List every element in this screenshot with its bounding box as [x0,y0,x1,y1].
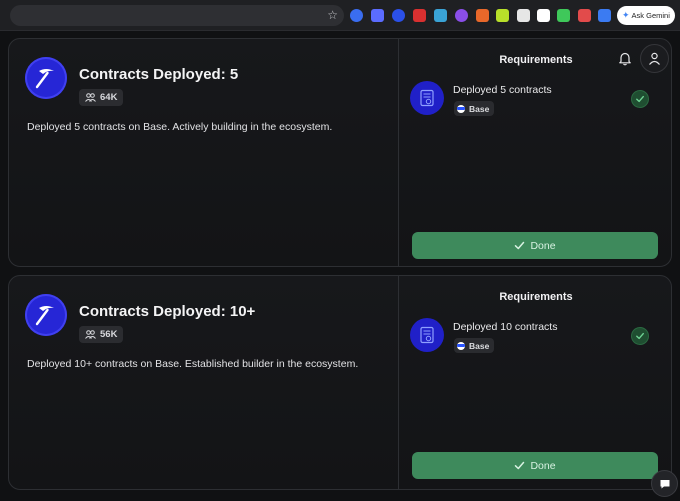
holders-count: 64K [100,92,118,103]
card-divider [398,276,399,489]
bookmark-star-icon[interactable]: ☆ [327,7,338,24]
requirements-heading: Requirements [499,291,573,303]
card-divider [398,39,399,266]
chain-tag: Base [454,338,495,353]
done-button[interactable]: Done [412,452,658,479]
badge-description: Deployed 5 contracts on Base. Actively b… [27,121,333,133]
requirement-label: Deployed 5 contracts [453,84,552,96]
check-icon [631,327,649,345]
holders-count-badge: 56K [79,326,124,343]
ask-gemini-label: Ask Gemini [631,11,670,20]
done-label: Done [530,239,556,252]
holders-count: 56K [100,329,118,340]
extension-lime-icon[interactable] [496,9,509,22]
extension-lock-icon[interactable] [413,9,426,22]
extension-cloud-icon[interactable] [371,9,384,22]
badge-title: Contracts Deployed: 10+ [79,303,256,320]
extension-green-icon[interactable] [557,9,570,22]
address-bar[interactable]: ☆ [10,5,344,26]
chat-bubble-icon [660,479,669,488]
badge-card[interactable]: Contracts Deployed: 5 64K Deployed 5 con… [8,38,672,267]
extension-s-icon[interactable] [517,9,530,22]
extension-translate-icon[interactable] [598,9,611,22]
ask-gemini-button[interactable]: ✦ Ask Gemini [617,6,675,25]
chain-label: Base [469,340,490,351]
users-icon [85,93,96,102]
extension-scan-icon[interactable] [434,9,447,22]
done-check-icon [515,241,525,250]
users-icon [85,330,96,339]
extension-fox-icon[interactable] [476,9,489,22]
profile-button[interactable] [640,44,669,73]
chain-tag: Base [454,101,495,116]
extension-m-icon[interactable] [537,9,550,22]
chat-support-button[interactable] [651,470,678,497]
pickaxe-icon [25,294,67,336]
done-label: Done [530,459,556,472]
pickaxe-icon [25,57,67,99]
holders-count-badge: 64K [79,89,124,106]
base-chain-icon [457,104,465,113]
contract-document-icon [410,81,444,115]
base-chain-icon [457,341,465,350]
gemini-spark-icon: ✦ [622,10,630,20]
badge-title: Contracts Deployed: 5 [79,66,239,83]
badge-card[interactable]: Contracts Deployed: 10+ 56K Deployed 10+… [8,275,672,490]
extension-blue-icon[interactable] [350,9,363,22]
notification-bell-icon[interactable] [616,49,634,67]
browser-toolbar: ☆ ✦ Ask Gemini [0,0,680,31]
badge-description: Deployed 10+ contracts on Base. Establis… [27,358,359,370]
chain-label: Base [469,103,490,114]
extension-shield-icon[interactable] [392,9,405,22]
contract-document-icon [410,318,444,352]
user-icon [649,52,660,65]
extension-circle-icon[interactable] [455,9,468,22]
requirement-label: Deployed 10 contracts [453,321,558,333]
check-icon [631,90,649,108]
done-button[interactable]: Done [412,232,658,259]
done-check-icon [515,461,525,470]
extension-red-icon[interactable] [578,9,591,22]
